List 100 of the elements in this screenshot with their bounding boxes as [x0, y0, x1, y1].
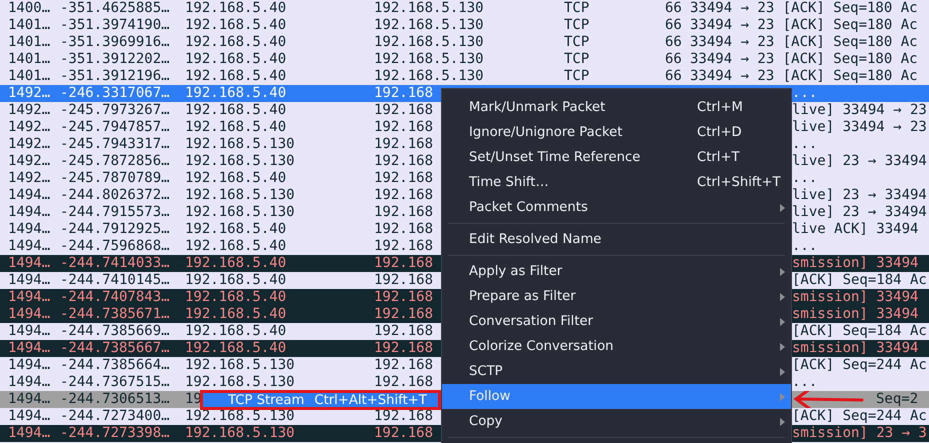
table-cell: live] 23 → 33494 — [792, 204, 927, 221]
table-cell: 192.168.5.40 — [185, 51, 286, 68]
table-cell: 66 — [665, 17, 682, 34]
table-cell: 192.168.5.40 — [185, 238, 286, 255]
table-cell: 192.168.5.40 — [185, 34, 286, 51]
table-cell: 192.168.5.40 — [185, 221, 286, 238]
table-cell: live] 33494 → 23 — [792, 102, 927, 119]
table-cell: -351.3969916… — [60, 34, 170, 51]
table-cell: 192.168.5.130 — [185, 425, 295, 442]
table-cell: 192.168.5.130 — [185, 374, 295, 391]
table-cell: -244.7414033… — [60, 255, 170, 272]
table-cell: ... — [792, 170, 818, 187]
table-cell: 1492… — [8, 85, 50, 102]
table-cell: TCP — [564, 0, 590, 17]
table-cell: 33494 → 23 [ACK] Seq=180 Ac — [690, 68, 918, 85]
table-cell: 192.168.5.40 — [185, 119, 286, 136]
table-cell: 192.168 — [374, 425, 434, 442]
table-cell: -244.7385671… — [60, 306, 170, 323]
table-cell: -245.7943317… — [60, 136, 170, 153]
table-cell: 33494 → 23 [ACK] Seq=180 Ac — [690, 0, 918, 17]
table-cell: live] 33494 → 23 — [792, 119, 927, 136]
table-cell: -244.7410145… — [60, 272, 170, 289]
table-cell: 192.168.5.40 — [185, 68, 286, 85]
table-cell: ... — [792, 238, 818, 255]
table-cell: 192.168.5.40 — [185, 102, 286, 119]
table-cell: 192.168.5.40 — [185, 340, 286, 357]
table-cell: -244.7912925… — [60, 221, 170, 238]
table-cell: -244.7385667… — [60, 340, 170, 357]
table-cell: 192.168.5.130 — [374, 0, 484, 17]
table-cell: 1492… — [8, 170, 50, 187]
table-cell: 192.168 — [374, 289, 434, 306]
table-cell: 192.168.5.40 — [185, 0, 286, 17]
table-cell: 192.168 — [374, 102, 434, 119]
table-cell: 66 — [665, 51, 682, 68]
table-cell: 192.168 — [374, 357, 434, 374]
table-cell: 1494… — [8, 357, 50, 374]
table-cell: 1401… — [8, 68, 50, 85]
table-cell: [ACK] Seq=184 Ac — [792, 323, 927, 340]
table-cell: 192.168 — [374, 323, 434, 340]
table-cell: -351.3912202… — [60, 51, 170, 68]
table-cell: 192.168.5.40 — [185, 306, 286, 323]
table-cell: 192.168.5.130 — [185, 187, 295, 204]
table-cell: -244.7385669… — [60, 323, 170, 340]
table-cell: smission] 33494 — [792, 255, 918, 272]
table-cell: -244.7367515… — [60, 374, 170, 391]
table-cell: 192.168 — [374, 374, 434, 391]
table-cell: -351.3974190… — [60, 17, 170, 34]
table-cell: -244.7596868… — [60, 238, 170, 255]
table-cell: 192.168.5.130 — [185, 204, 295, 221]
table-cell: 192.168.5.40 — [185, 17, 286, 34]
table-cell: live ACK] 33494 — [792, 221, 918, 238]
table-cell: 192.168 — [374, 187, 434, 204]
table-cell: smission] 33494 — [792, 340, 918, 357]
table-cell: 192.168 — [374, 204, 434, 221]
table-cell: live] 23 → 33494 — [792, 153, 927, 170]
table-cell: -351.3912196… — [60, 68, 170, 85]
table-cell: -244.7273398… — [60, 425, 170, 442]
table-cell: 1494… — [8, 391, 50, 408]
table-cell: -244.7273400… — [60, 408, 170, 425]
table-cell: 192.168.5.130 — [374, 34, 484, 51]
table-cell: live] 23 → 33494 — [792, 187, 927, 204]
table-cell: 1494… — [8, 374, 50, 391]
table-cell: -245.7947857… — [60, 119, 170, 136]
table-cell: -351.4625885… — [60, 0, 170, 17]
table-cell: 192.168.5.40 — [185, 272, 286, 289]
table-cell: 1494… — [8, 187, 50, 204]
table-cell: TCP — [564, 34, 590, 51]
table-cell: 66 — [665, 34, 682, 51]
table-cell: 192.168 — [374, 408, 434, 425]
table-cell: TCP — [564, 68, 590, 85]
table-cell: 1494… — [8, 238, 50, 255]
table-cell: 1494… — [8, 221, 50, 238]
table-cell: 192.168.5.40 — [185, 85, 286, 102]
table-cell: 1492… — [8, 102, 50, 119]
table-cell: ... — [792, 374, 818, 391]
table-cell: smission] 33494 — [792, 306, 918, 323]
table-cell: -245.7870789… — [60, 170, 170, 187]
table-cell: -244.8026372… — [60, 187, 170, 204]
table-cell: Seq=2 — [876, 391, 918, 408]
table-cell: 33494 → 23 [ACK] Seq=180 Ac — [690, 34, 918, 51]
table-cell: 1401… — [8, 17, 50, 34]
table-cell: smission] 23 → 3 — [792, 425, 927, 442]
table-cell: 192.168 — [374, 306, 434, 323]
table-cell: 192.168 — [374, 238, 434, 255]
table-cell: 1494… — [8, 425, 50, 442]
table-cell: [ACK] Seq=244 Ac — [792, 357, 927, 374]
table-cell: 1401… — [8, 51, 50, 68]
table-cell: 192.168 — [374, 136, 434, 153]
table-cell: [ACK] Seq=244 Ac — [792, 408, 927, 425]
table-cell: -246.3317067… — [60, 85, 170, 102]
table-cell: 192.168.5.130 — [185, 136, 295, 153]
table-cell: 192.168 — [374, 170, 434, 187]
table-cell: ... — [792, 85, 818, 102]
table-cell: 1400… — [8, 0, 50, 17]
table-cell: 1492… — [8, 153, 50, 170]
table-cell: smission] 33494 — [792, 289, 918, 306]
table-cell: 192.168 — [374, 153, 434, 170]
table-cell: -244.7407843… — [60, 289, 170, 306]
table-cell: -245.7872856… — [60, 153, 170, 170]
table-cell: [ACK] Seq=184 Ac — [792, 272, 927, 289]
